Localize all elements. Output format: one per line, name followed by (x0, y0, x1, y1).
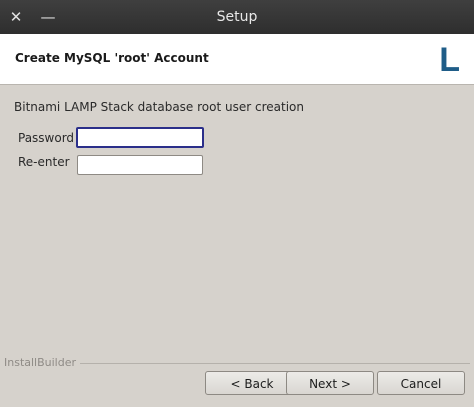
reenter-password-input[interactable] (77, 155, 203, 175)
next-button[interactable]: Next > (286, 371, 374, 395)
reenter-label: Re-enter (18, 155, 70, 169)
page-title: Create MySQL 'root' Account (15, 51, 209, 65)
description-text: Bitnami LAMP Stack database root user cr… (14, 100, 304, 114)
back-button[interactable]: < Back (205, 371, 299, 395)
installbuilder-label: InstallBuilder (4, 356, 81, 369)
bitnami-logo-icon: L (439, 41, 460, 79)
password-label: Password (18, 131, 75, 145)
window-title: Setup (216, 9, 258, 25)
footer-brand: InstallBuilder (0, 356, 474, 370)
cancel-button[interactable]: Cancel (377, 371, 465, 395)
page-header: Create MySQL 'root' Account L (0, 34, 474, 85)
title-bar: ✕ — Setup (0, 0, 474, 34)
password-input[interactable] (76, 127, 204, 148)
